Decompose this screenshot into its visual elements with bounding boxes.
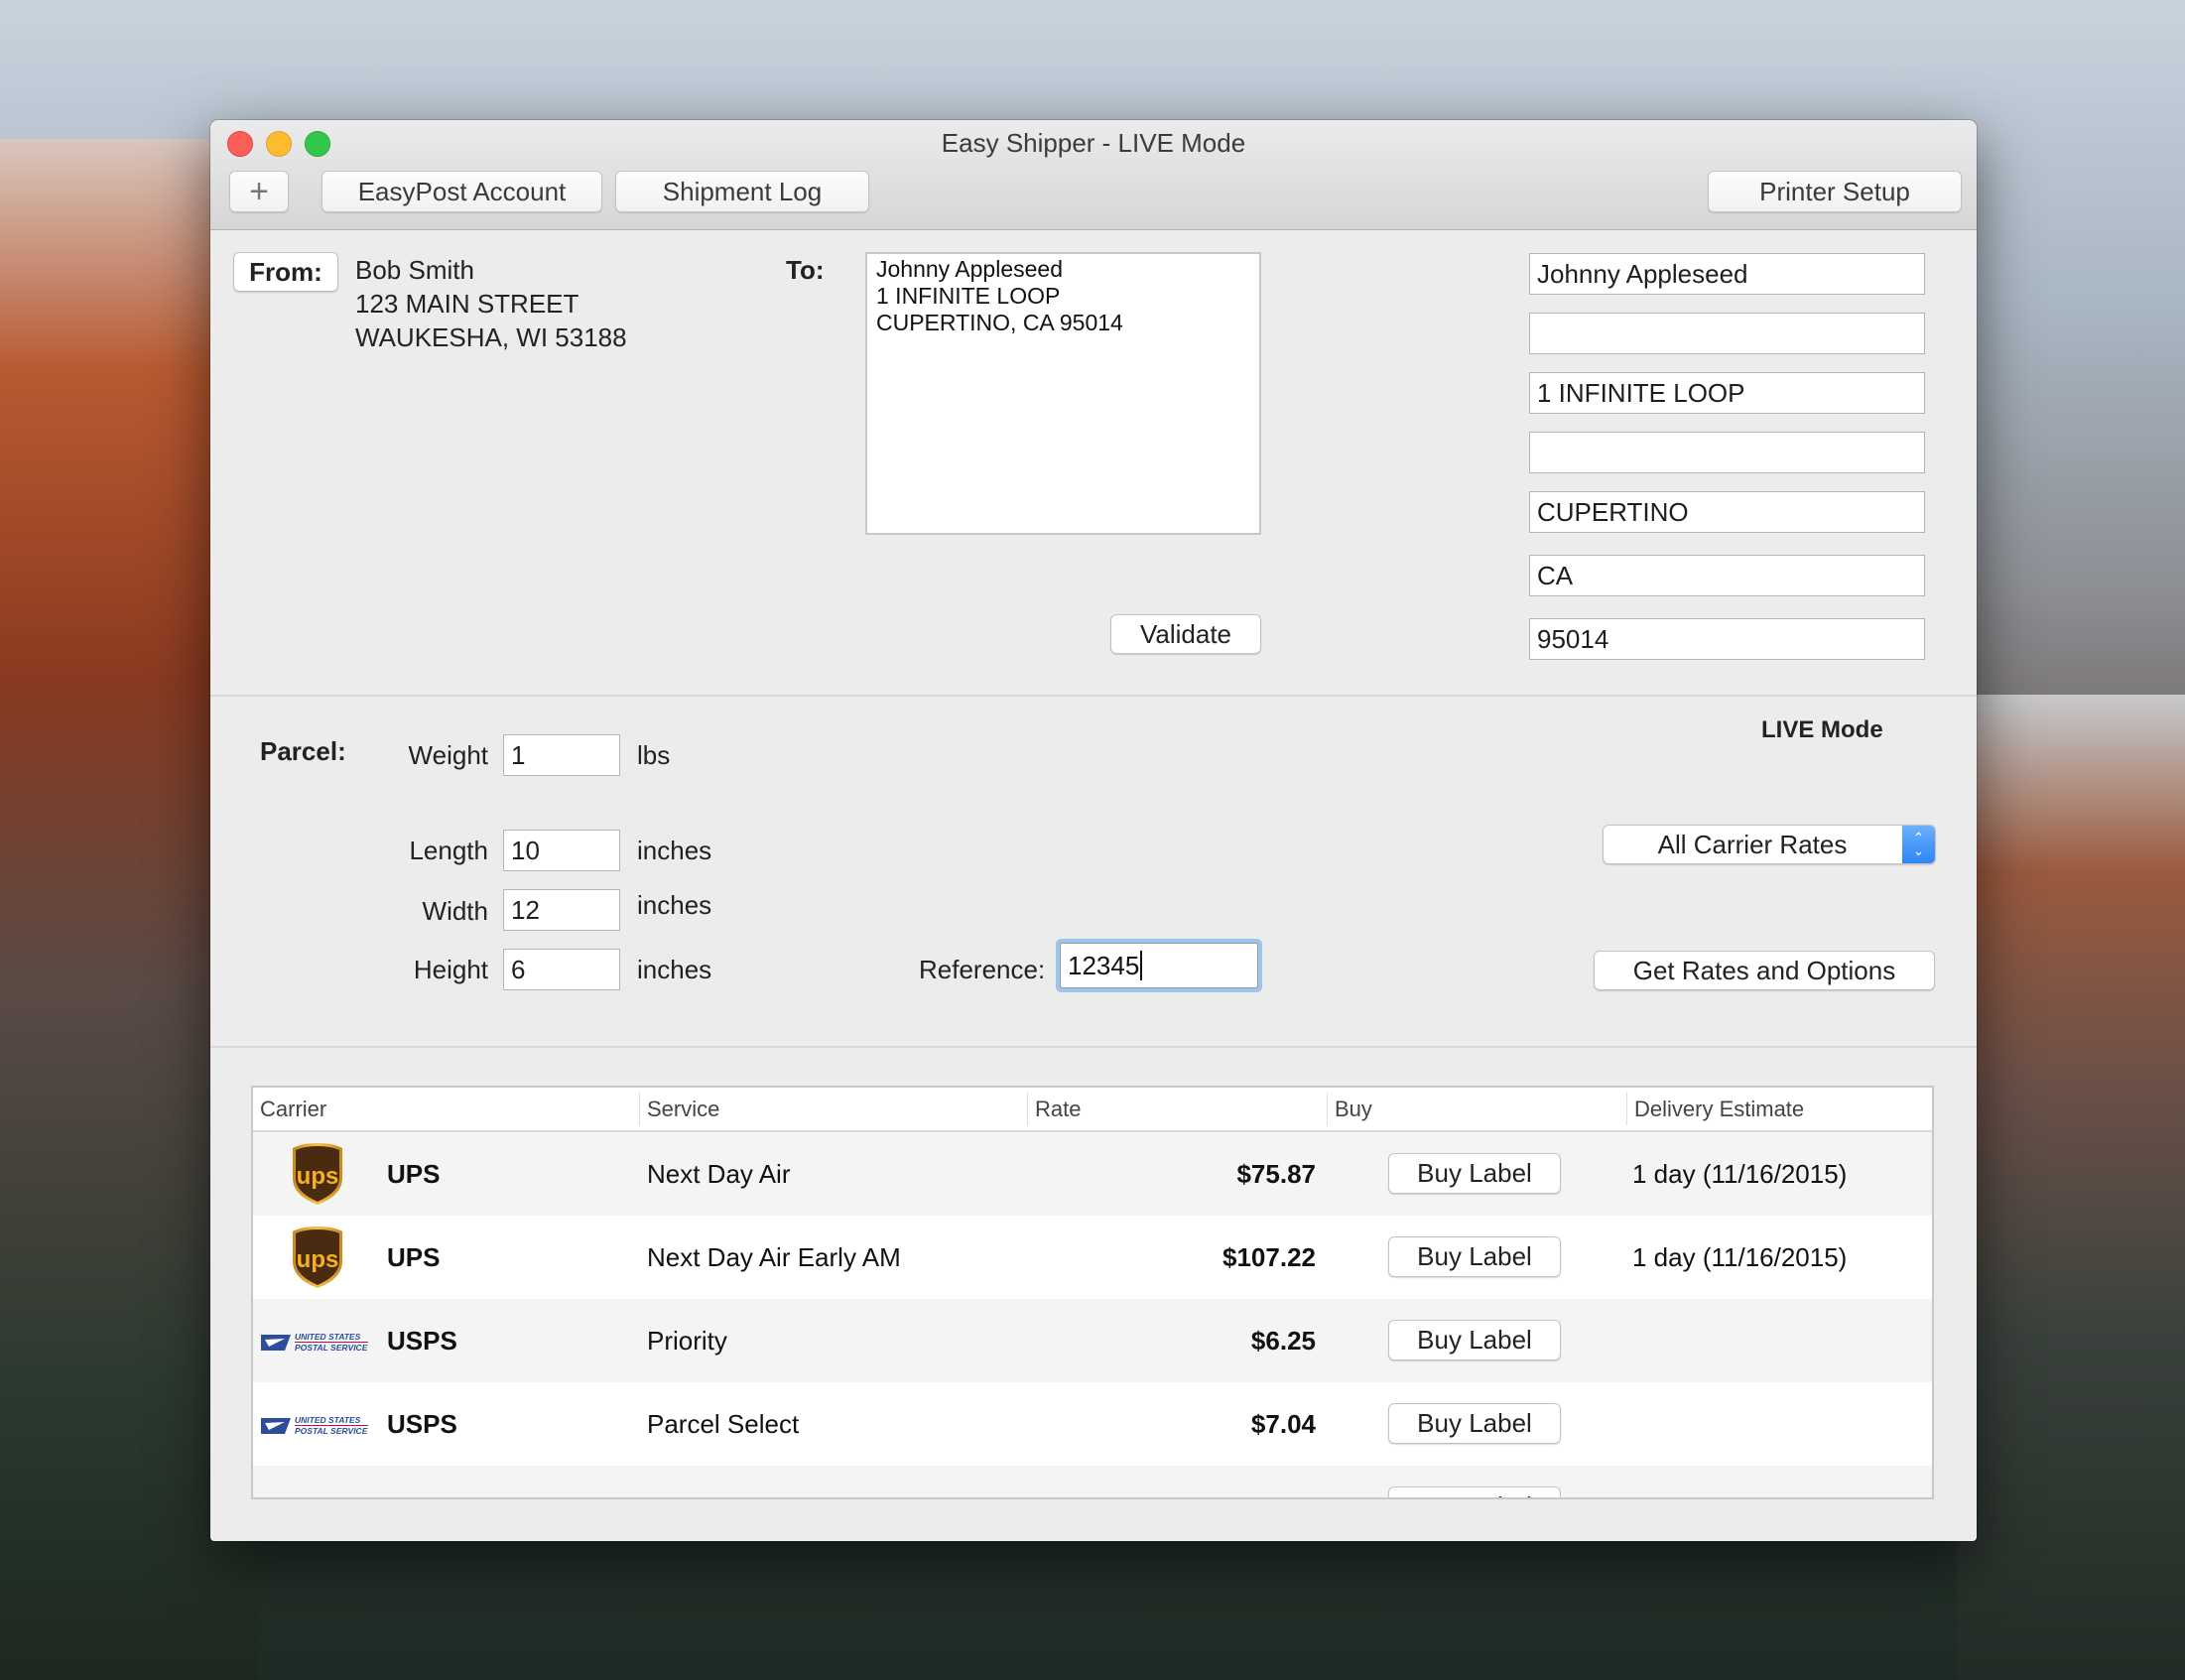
- rate-value: $7.04: [1250, 1408, 1316, 1439]
- width-field[interactable]: 12: [503, 889, 620, 931]
- state-field[interactable]: CA: [1529, 555, 1925, 596]
- buy-label-button[interactable]: Buy Label: [1388, 1153, 1561, 1194]
- table-row[interactable]: UNITED STATES POSTAL SERVICE USPS Parcel Se…: [253, 1382, 1932, 1466]
- rate-value: $75.87: [1236, 1158, 1316, 1189]
- service-name: Parcel Select: [647, 1408, 800, 1439]
- section-divider: [210, 1046, 1977, 1048]
- desktop-wallpaper-right: [1957, 695, 2185, 1680]
- weight-label: Weight: [408, 740, 488, 770]
- from-street: 123 MAIN STREET: [355, 289, 579, 319]
- to-line-street: 1 INFINITE LOOP: [876, 283, 1061, 309]
- column-header-service[interactable]: Service: [640, 1088, 1027, 1130]
- svg-text:POSTAL SERVICE: POSTAL SERVICE: [295, 1426, 368, 1436]
- delivery-estimate: 1 day (11/16/2015): [1632, 1241, 1848, 1272]
- reference-field[interactable]: 12345: [1060, 943, 1258, 988]
- city-field[interactable]: CUPERTINO: [1529, 491, 1925, 533]
- rate-filter-popup[interactable]: All Carrier Rates ⌃ ⌄: [1603, 825, 1936, 864]
- table-row[interactable]: UNITED STATES POSTAL SERVICE USPS Priority $…: [253, 1299, 1932, 1382]
- parcel-label: Parcel:: [260, 736, 346, 766]
- width-label: Width: [422, 896, 488, 926]
- svg-text:UNITED STATES: UNITED STATES: [295, 1415, 361, 1425]
- height-unit: inches: [637, 955, 712, 984]
- carrier-name: UPS: [387, 1241, 441, 1272]
- to-line-city: CUPERTINO, CA 95014: [876, 310, 1123, 335]
- title-bar: Easy Shipper - LIVE Mode + EasyPost Acco…: [210, 120, 1977, 230]
- carrier-name: USPS: [387, 1466, 457, 1498]
- service-name: Next Day Air Early AM: [647, 1241, 901, 1272]
- width-unit: inches: [637, 890, 712, 920]
- height-field[interactable]: 6: [503, 949, 620, 990]
- table-header: Carrier Service Rate Buy Delivery Estima…: [253, 1088, 1932, 1132]
- reference-label: Reference:: [919, 955, 1046, 984]
- text-caret: [1140, 951, 1143, 980]
- from-name: Bob Smith: [355, 255, 474, 285]
- service-name: Priority: [647, 1325, 727, 1356]
- window-title: Easy Shipper - LIVE Mode: [941, 128, 1246, 158]
- carrier-name: UPS: [387, 1158, 441, 1189]
- usps-logo-icon: UNITED STATESPOSTAL SERVICE: [261, 1414, 372, 1436]
- plus-icon: +: [249, 172, 269, 210]
- svg-text:UNITED STATES: UNITED STATES: [295, 1332, 361, 1342]
- get-rates-button[interactable]: Get Rates and Options: [1594, 951, 1935, 990]
- updown-chevron-icon: ⌃ ⌄: [1902, 826, 1935, 863]
- rate-value: $107.22: [1222, 1241, 1316, 1272]
- buy-label-button[interactable]: Buy Label: [1388, 1486, 1561, 1497]
- column-header-buy[interactable]: Buy: [1328, 1088, 1625, 1130]
- to-label: To:: [786, 255, 825, 285]
- table-row[interactable]: UNITED STATESPOSTAL SERVICE USPS Buy Label: [253, 1466, 1932, 1499]
- add-button[interactable]: +: [229, 171, 289, 212]
- to-address-textarea[interactable]: Johnny Appleseed 1 INFINITE LOOP CUPERTI…: [865, 252, 1261, 535]
- rates-table: Carrier Service Rate Buy Delivery Estima…: [251, 1086, 1934, 1499]
- from-city-state-zip: WAUKESHA, WI 53188: [355, 323, 627, 352]
- delivery-estimate: 1 day (11/16/2015): [1632, 1158, 1848, 1189]
- app-window: Easy Shipper - LIVE Mode + EasyPost Acco…: [210, 120, 1977, 1541]
- validate-button[interactable]: Validate: [1110, 614, 1261, 654]
- height-label: Height: [413, 955, 488, 984]
- street2-field[interactable]: [1529, 432, 1925, 473]
- svg-text:ups: ups: [297, 1163, 339, 1190]
- column-header-delivery-estimate[interactable]: Delivery Estimate: [1627, 1088, 1932, 1130]
- reference-value: 12345: [1068, 950, 1140, 980]
- service-name: Next Day Air: [647, 1158, 791, 1189]
- section-divider: [210, 695, 1977, 697]
- easypost-account-button[interactable]: EasyPost Account: [321, 171, 602, 212]
- table-row[interactable]: ups UPS Next Day Air $75.87 Buy Label 1 day (…: [253, 1132, 1932, 1216]
- length-label: Length: [409, 836, 488, 865]
- buy-label-button[interactable]: Buy Label: [1388, 1403, 1561, 1444]
- svg-text:POSTAL SERVICE: POSTAL SERVICE: [295, 1343, 368, 1353]
- rate-value: $6.25: [1250, 1325, 1316, 1356]
- buy-label-button[interactable]: Buy Label: [1388, 1320, 1561, 1360]
- rate-filter-selected: All Carrier Rates: [1657, 829, 1848, 859]
- to-line-name: Johnny Appleseed: [876, 256, 1063, 282]
- buy-label-button[interactable]: Buy Label: [1388, 1236, 1561, 1277]
- shipment-log-button[interactable]: Shipment Log: [615, 171, 869, 212]
- ups-logo-icon: ups: [291, 1226, 344, 1289]
- weight-field[interactable]: 1: [503, 734, 620, 776]
- svg-text:ups: ups: [297, 1246, 339, 1273]
- carrier-name: USPS: [387, 1325, 457, 1356]
- company-field[interactable]: [1529, 313, 1925, 354]
- rate-value: [1028, 1466, 1316, 1497]
- from-button[interactable]: From:: [233, 252, 338, 292]
- column-header-carrier[interactable]: Carrier: [253, 1088, 640, 1130]
- usps-logo-icon: UNITED STATESPOSTAL SERVICE: [261, 1331, 372, 1353]
- carrier-name: USPS: [387, 1408, 457, 1439]
- street1-field[interactable]: 1 INFINITE LOOP: [1529, 372, 1925, 414]
- usps-logo-icon: UNITED STATESPOSTAL SERVICE: [261, 1497, 372, 1499]
- svg-text:UNITED STATES: UNITED STATES: [295, 1498, 361, 1499]
- mode-indicator: LIVE Mode: [1761, 716, 1883, 743]
- weight-unit: lbs: [637, 740, 671, 770]
- zip-field[interactable]: 95014: [1529, 618, 1925, 660]
- table-row[interactable]: ups UPS Next Day Air Early AM $107.22 Buy La…: [253, 1216, 1932, 1299]
- column-header-rate[interactable]: Rate: [1028, 1088, 1326, 1130]
- length-unit: inches: [637, 836, 712, 865]
- name-field[interactable]: Johnny Appleseed: [1529, 253, 1925, 295]
- length-field[interactable]: 10: [503, 830, 620, 871]
- ups-logo-icon: ups: [291, 1142, 344, 1206]
- printer-setup-button[interactable]: Printer Setup: [1708, 171, 1962, 212]
